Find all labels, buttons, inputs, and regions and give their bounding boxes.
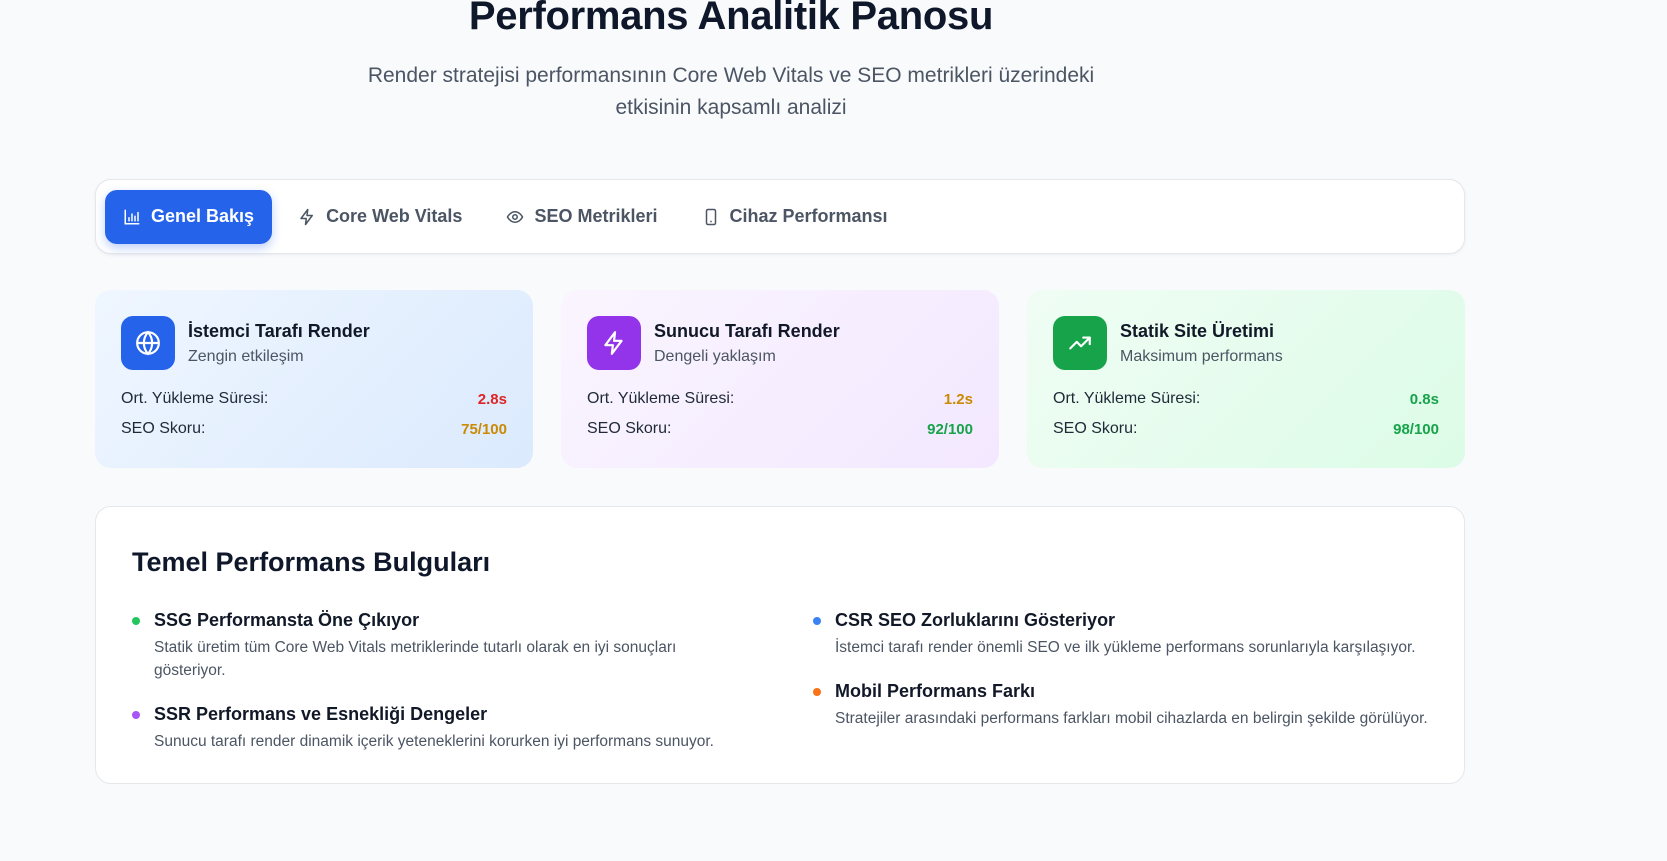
card-title: Sunucu Tarafı Render: [654, 320, 840, 341]
finding-desc: Stratejiler arasındaki performans farkla…: [835, 710, 1428, 727]
seo-score-label: SEO Skoru:: [121, 420, 206, 437]
finding-desc: Statik üretim tüm Core Web Vitals metrik…: [154, 639, 677, 679]
finding-item: Mobil Performans Farkı Stratejiler arası…: [813, 681, 1428, 730]
finding-item: SSG Performansta Öne Çıkıyor Statik üret…: [132, 610, 747, 682]
load-time-label: Ort. Yükleme Süresi:: [587, 390, 735, 407]
bullet-dot: [132, 711, 140, 719]
findings-title: Temel Performans Bulguları: [132, 547, 491, 577]
tab-label: Genel Bakış: [151, 206, 255, 226]
seo-score-label: SEO Skoru:: [1053, 420, 1138, 437]
bullet-dot: [813, 688, 821, 696]
lightning-icon: [587, 316, 641, 370]
bullet-dot: [813, 617, 821, 625]
tab-label: SEO Metrikleri: [534, 206, 658, 226]
tab-label: Core Web Vitals: [326, 206, 463, 226]
finding-title: SSR Performans ve Esnekliği Dengeler: [154, 704, 488, 724]
finding-title: CSR SEO Zorluklarını Gösteriyor: [835, 610, 1116, 630]
lightning-icon: [300, 208, 314, 225]
card-title: İstemci Tarafı Render: [188, 320, 370, 341]
tab-cihaz-performansi[interactable]: Cihaz Performansı: [684, 190, 906, 244]
load-time-label: Ort. Yükleme Süresi:: [1053, 390, 1201, 407]
finding-desc: Sunucu tarafı render dinamik içerik yete…: [154, 733, 714, 750]
finding-item: CSR SEO Zorluklarını Gösteriyor İstemci …: [813, 610, 1428, 659]
card-ssr: Sunucu Tarafı Render Dengeli yaklaşım Or…: [561, 290, 999, 468]
tab-seo-metrikleri[interactable]: SEO Metrikleri: [488, 190, 675, 244]
seo-score-value: 98/100: [1393, 420, 1439, 438]
seo-score-value: 92/100: [927, 420, 973, 438]
finding-title: Mobil Performans Farkı: [835, 681, 1036, 701]
finding-title: SSG Performansta Öne Çıkıyor: [154, 610, 420, 630]
card-desc: Dengeli yaklaşım: [654, 347, 776, 365]
bar-chart-icon: [124, 209, 140, 224]
page-subtitle: Render stratejisi performansının Core We…: [367, 64, 1095, 119]
card-ssg: Statik Site Üretimi Maksimum performans …: [1027, 290, 1465, 468]
load-time-value: 2.8s: [477, 390, 507, 408]
card-desc: Zengin etkileşim: [188, 347, 304, 365]
trending-up-icon: [1053, 316, 1107, 370]
load-time-label: Ort. Yükleme Süresi:: [121, 390, 269, 407]
finding-item: SSR Performans ve Esnekliği Dengeler Sun…: [132, 704, 747, 753]
tab-bar: Genel Bakış Core Web Vitals SEO Metrikle…: [95, 179, 1465, 254]
smartphone-icon: [705, 208, 716, 225]
seo-score-label: SEO Skoru:: [587, 420, 672, 437]
tab-core-web-vitals[interactable]: Core Web Vitals: [280, 190, 480, 244]
tab-genel-bakis[interactable]: Genel Bakış: [105, 189, 273, 244]
card-desc: Maksimum performans: [1120, 347, 1283, 365]
globe-icon: [121, 316, 175, 370]
eye-icon: [507, 210, 524, 223]
tab-label: Cihaz Performansı: [729, 206, 888, 226]
page-title: Performans Analitik Panosu: [468, 0, 994, 38]
findings-panel: Temel Performans Bulguları SSG Performan…: [95, 506, 1465, 784]
load-time-value: 0.8s: [1409, 390, 1439, 408]
card-csr: İstemci Tarafı Render Zengin etkileşim O…: [95, 290, 533, 468]
bullet-dot: [132, 617, 140, 625]
load-time-value: 1.2s: [943, 390, 973, 408]
finding-desc: İstemci tarafı render önemli SEO ve ilk …: [835, 639, 1416, 656]
strategy-cards: İstemci Tarafı Render Zengin etkileşim O…: [95, 290, 1465, 468]
seo-score-value: 75/100: [461, 420, 507, 438]
card-title: Statik Site Üretimi: [1120, 320, 1275, 341]
